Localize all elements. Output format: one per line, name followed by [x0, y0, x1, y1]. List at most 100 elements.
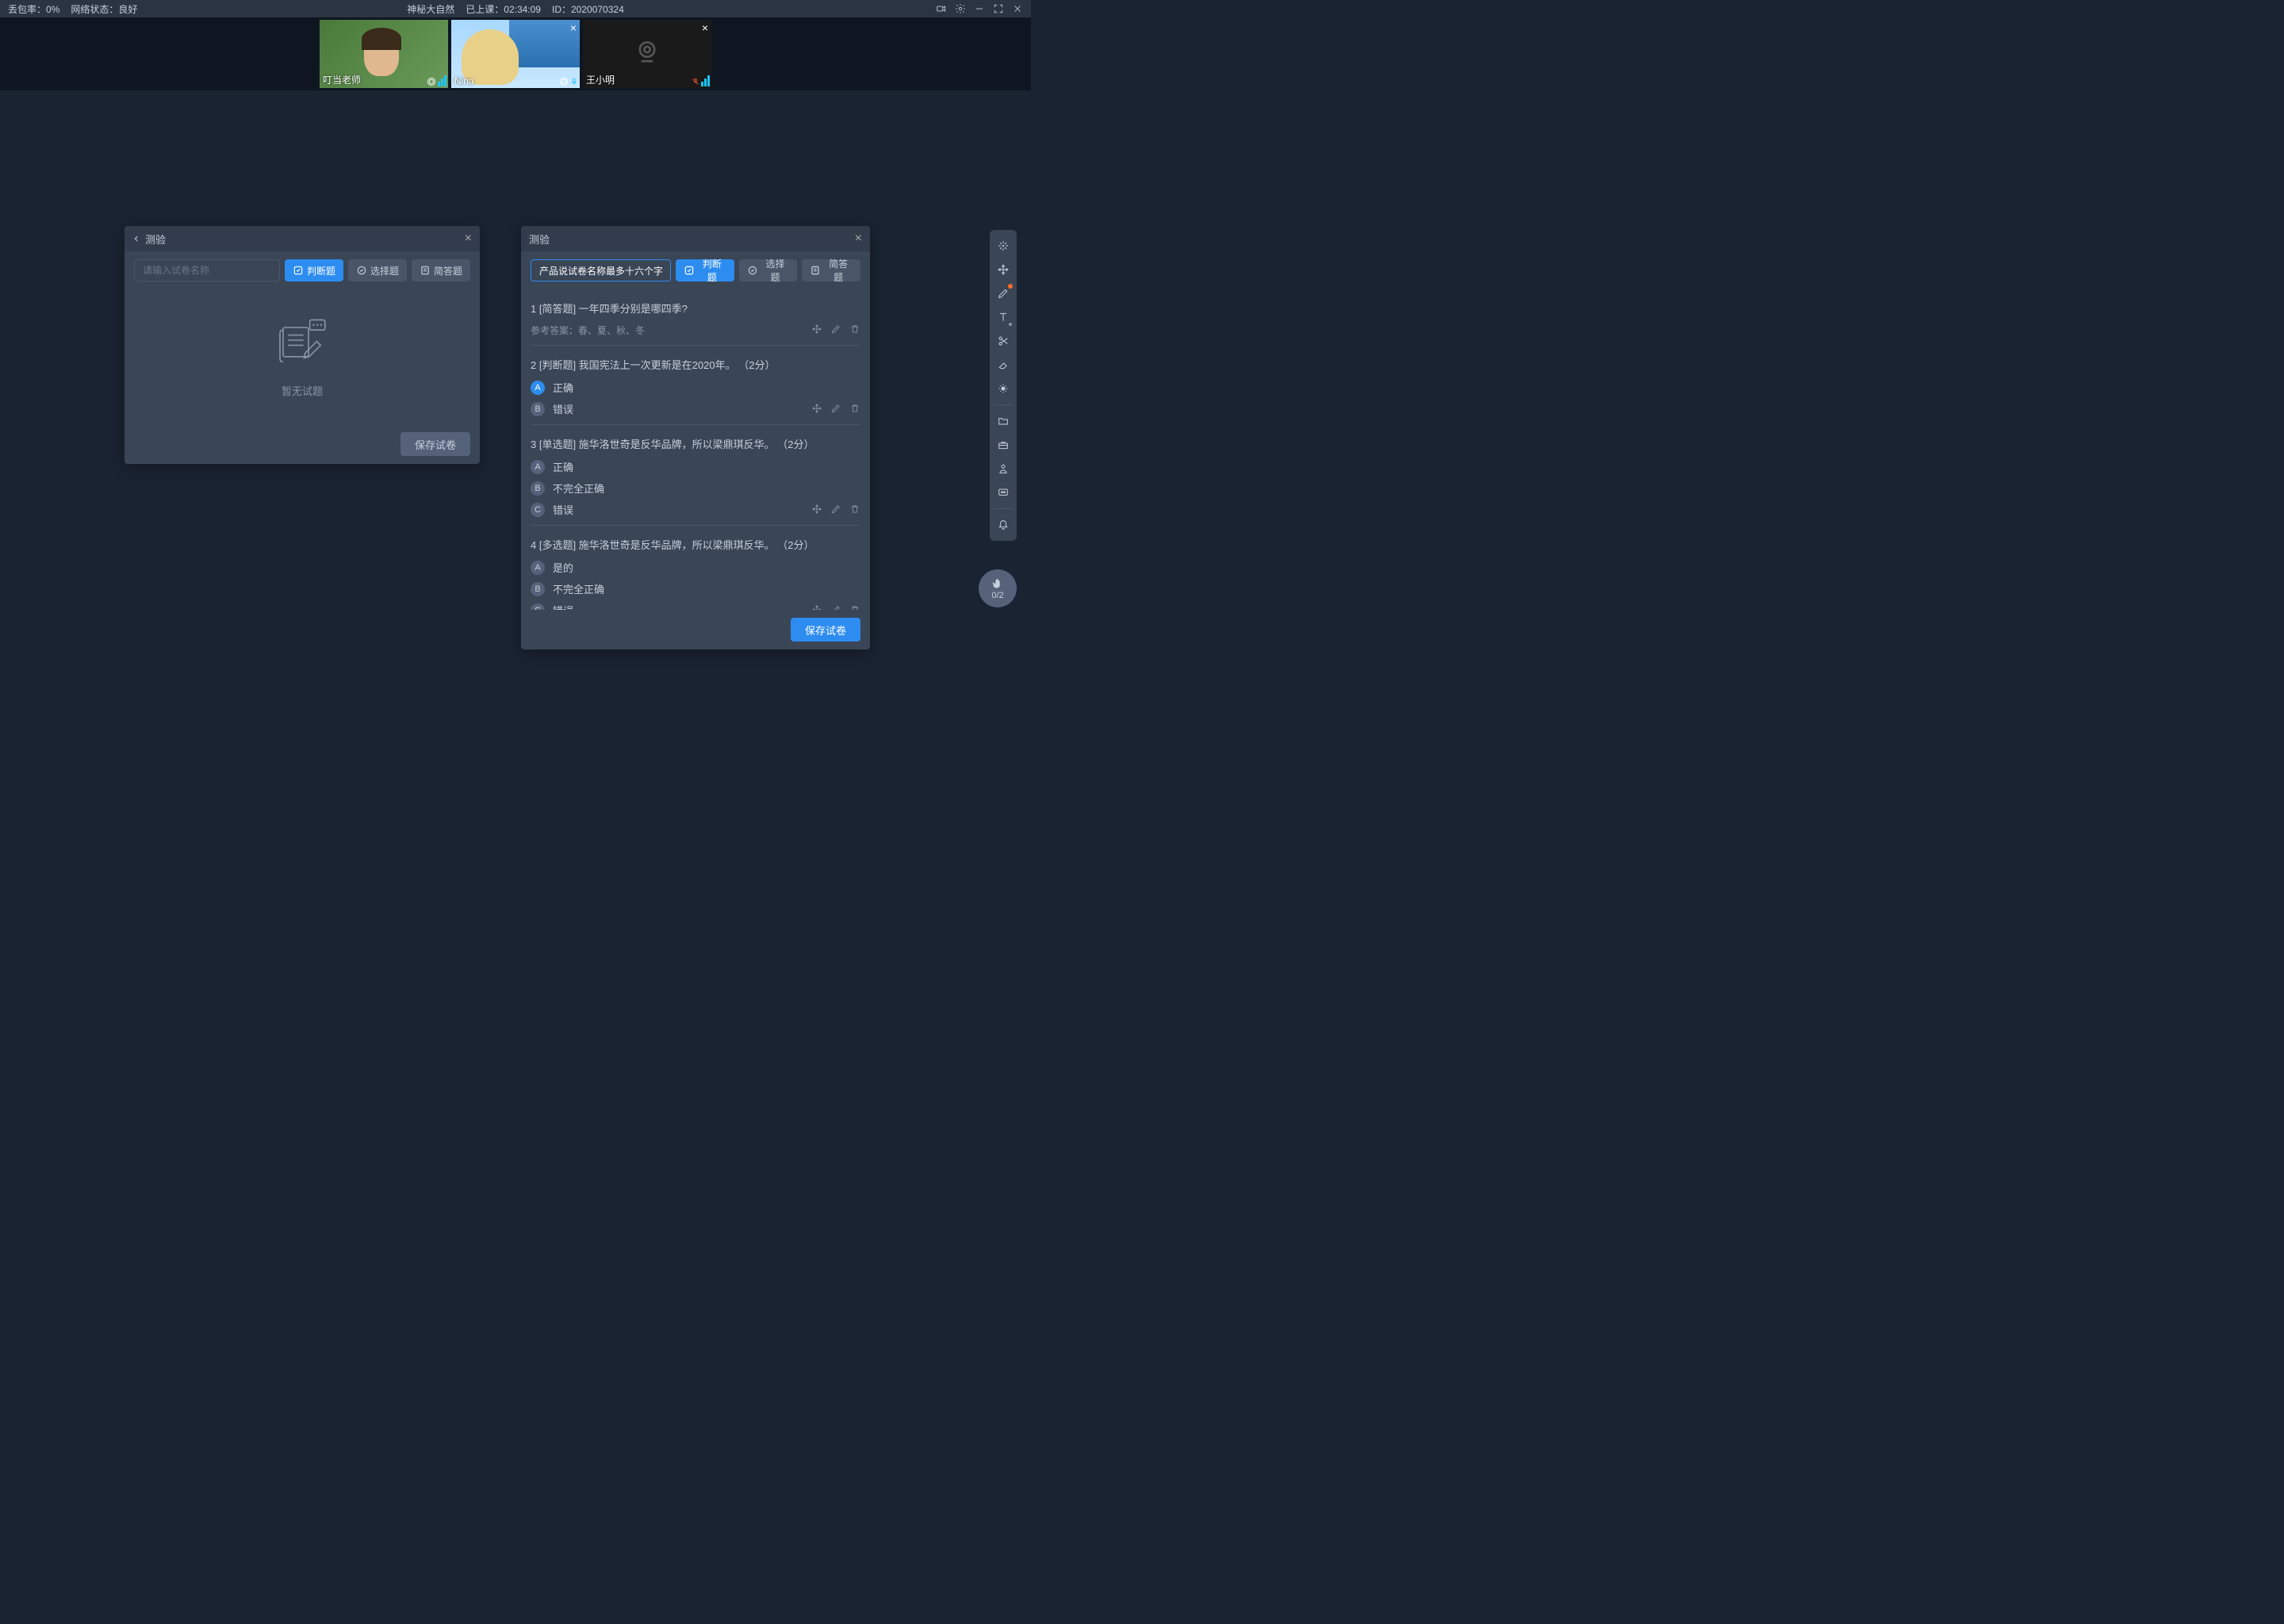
video-indicators: [427, 75, 446, 86]
question-item: 4 [多选题] 施华洛世奇是反华品牌，所以梁鼎琪反华。 （2分） A 是的 B 不完全正…: [531, 526, 860, 610]
video-tile-student[interactable]: × Nina: [451, 20, 580, 88]
add-choice-button[interactable]: 选择题: [348, 259, 407, 282]
question-option[interactable]: A 正确: [531, 459, 860, 474]
mic-muted-icon: [692, 77, 699, 86]
edit-question-icon[interactable]: [830, 324, 841, 337]
minimize-icon[interactable]: [974, 3, 985, 14]
save-quiz-button[interactable]: 保存试卷: [791, 618, 860, 642]
add-short-button[interactable]: 简答题: [802, 259, 860, 282]
delete-question-icon[interactable]: [849, 403, 860, 416]
move-tool-icon[interactable]: [992, 259, 1014, 281]
elapsed-time: 已上课：02:34:09: [466, 2, 541, 16]
mic-icon: [570, 77, 578, 86]
network-status: 网络状态：良好: [71, 2, 137, 16]
option-text: 是的: [553, 560, 573, 575]
question-item: 1 [简答题] 一年四季分别是哪四季?参考答案：春、夏、秋、冬: [531, 289, 860, 346]
edit-question-icon[interactable]: [830, 504, 841, 517]
eraser-tool-icon[interactable]: [992, 354, 1014, 376]
question-title: 1 [简答题] 一年四季分别是哪四季?: [531, 301, 860, 316]
option-badge: A: [531, 561, 545, 575]
text-tool-icon[interactable]: [992, 306, 1014, 328]
hand-count: 0/2: [991, 591, 1003, 600]
empty-text: 暂无试题: [282, 383, 323, 398]
panel-title: 测验: [145, 232, 465, 247]
quiz-name-input[interactable]: [531, 259, 671, 282]
option-text: 正确: [553, 459, 573, 474]
question-option[interactable]: A 是的: [531, 560, 860, 575]
option-badge: A: [531, 460, 545, 474]
scissors-tool-icon[interactable]: [992, 330, 1014, 352]
video-indicators: [692, 75, 710, 86]
close-window-icon[interactable]: [1012, 3, 1023, 14]
question-title: 4 [多选题] 施华洛世奇是反华品牌，所以梁鼎琪反华。 （2分）: [531, 537, 860, 552]
video-tile-student[interactable]: × 王小明: [583, 20, 711, 88]
move-question-icon[interactable]: [811, 504, 822, 517]
empty-quiz-icon: [270, 308, 334, 372]
settings-gear-icon[interactable]: [955, 3, 966, 14]
course-title: 神秘大自然: [407, 2, 454, 16]
question-option[interactable]: A 正确: [531, 380, 860, 395]
option-badge: A: [531, 381, 545, 395]
question-title: 3 [单选题] 施华洛世奇是反华品牌，所以梁鼎琪反华。 （2分）: [531, 436, 860, 451]
delete-question-icon[interactable]: [849, 504, 860, 517]
delete-question-icon[interactable]: [849, 324, 860, 337]
question-item: 2 [判断题] 我国宪法上一次更新是在2020年。 （2分） A 正确 B 错误: [531, 346, 860, 425]
question-item: 3 [单选题] 施华洛世奇是反华品牌，所以梁鼎琪反华。 （2分） A 正确 B 不完全正…: [531, 425, 860, 526]
option-badge: B: [531, 582, 545, 596]
panel-header: 测验 ×: [125, 226, 480, 251]
edit-question-icon[interactable]: [830, 403, 841, 416]
move-question-icon[interactable]: [811, 403, 822, 416]
empty-state: 暂无试题: [134, 289, 470, 416]
question-option[interactable]: B 不完全正确: [531, 481, 860, 496]
question-title: 2 [判断题] 我国宪法上一次更新是在2020年。 （2分）: [531, 357, 860, 372]
add-judge-button[interactable]: 判断题: [285, 259, 343, 282]
delete-question-icon[interactable]: [849, 604, 860, 610]
move-question-icon[interactable]: [811, 604, 822, 610]
pen-tool-icon[interactable]: [992, 282, 1014, 304]
cursor-tool-icon[interactable]: [992, 235, 1014, 257]
move-question-icon[interactable]: [811, 324, 822, 337]
option-badge: B: [531, 481, 545, 496]
loss-rate: 丢包率：0%: [8, 2, 59, 16]
video-close-icon[interactable]: ×: [702, 21, 708, 34]
close-icon[interactable]: ×: [465, 232, 472, 246]
person-icon[interactable]: [992, 458, 1014, 480]
edit-question-icon[interactable]: [830, 604, 841, 610]
brightness-tool-icon[interactable]: [992, 377, 1014, 400]
option-text: 不完全正确: [553, 481, 604, 496]
save-quiz-button[interactable]: 保存试卷: [400, 432, 470, 456]
toolbox-icon[interactable]: [992, 434, 1014, 456]
close-icon[interactable]: ×: [855, 232, 862, 246]
quiz-name-input[interactable]: [134, 259, 280, 282]
folder-icon[interactable]: [992, 410, 1014, 432]
option-text: 不完全正确: [553, 581, 604, 596]
video-tile-teacher[interactable]: 叮当老师: [320, 20, 448, 88]
status-bar: 丢包率：0% 网络状态：良好 神秘大自然 已上课：02:34:09 ID：202…: [0, 0, 1031, 17]
video-name: 王小明: [586, 73, 615, 86]
option-text: 错误: [553, 502, 573, 517]
add-short-button[interactable]: 简答题: [412, 259, 470, 282]
quiz-panel-filled: 测验 × 判断题 选择题 简答题 1 [简答题] 一年四季分别是哪四季?参考答案…: [521, 226, 870, 649]
option-text: 正确: [553, 380, 573, 395]
add-choice-button[interactable]: 选择题: [739, 259, 798, 282]
option-badge: B: [531, 402, 545, 416]
video-indicators: [559, 77, 578, 86]
back-icon[interactable]: [132, 235, 140, 243]
panel-title: 测验: [529, 232, 855, 247]
fullscreen-icon[interactable]: [993, 3, 1004, 14]
question-option[interactable]: B 不完全正确: [531, 581, 860, 596]
video-name: Nina: [454, 75, 474, 86]
option-text: 错误: [553, 401, 573, 416]
right-toolbar: [990, 230, 1017, 541]
quiz-panel-empty: 测验 × 判断题 选择题 简答题: [125, 226, 480, 464]
add-judge-button[interactable]: 判断题: [676, 259, 734, 282]
video-row: 叮当老师 × Nina × 王小明: [0, 17, 1031, 90]
camera-toggle-icon[interactable]: [936, 3, 947, 14]
option-text: 错误: [553, 603, 573, 610]
hand-raise-button[interactable]: 0/2: [979, 569, 1017, 607]
bell-icon[interactable]: [992, 514, 1014, 536]
session-id: ID：2020070324: [552, 2, 624, 16]
video-close-icon[interactable]: ×: [570, 21, 577, 34]
panel-header: 测验 ×: [521, 226, 870, 251]
chat-icon[interactable]: [992, 481, 1014, 504]
